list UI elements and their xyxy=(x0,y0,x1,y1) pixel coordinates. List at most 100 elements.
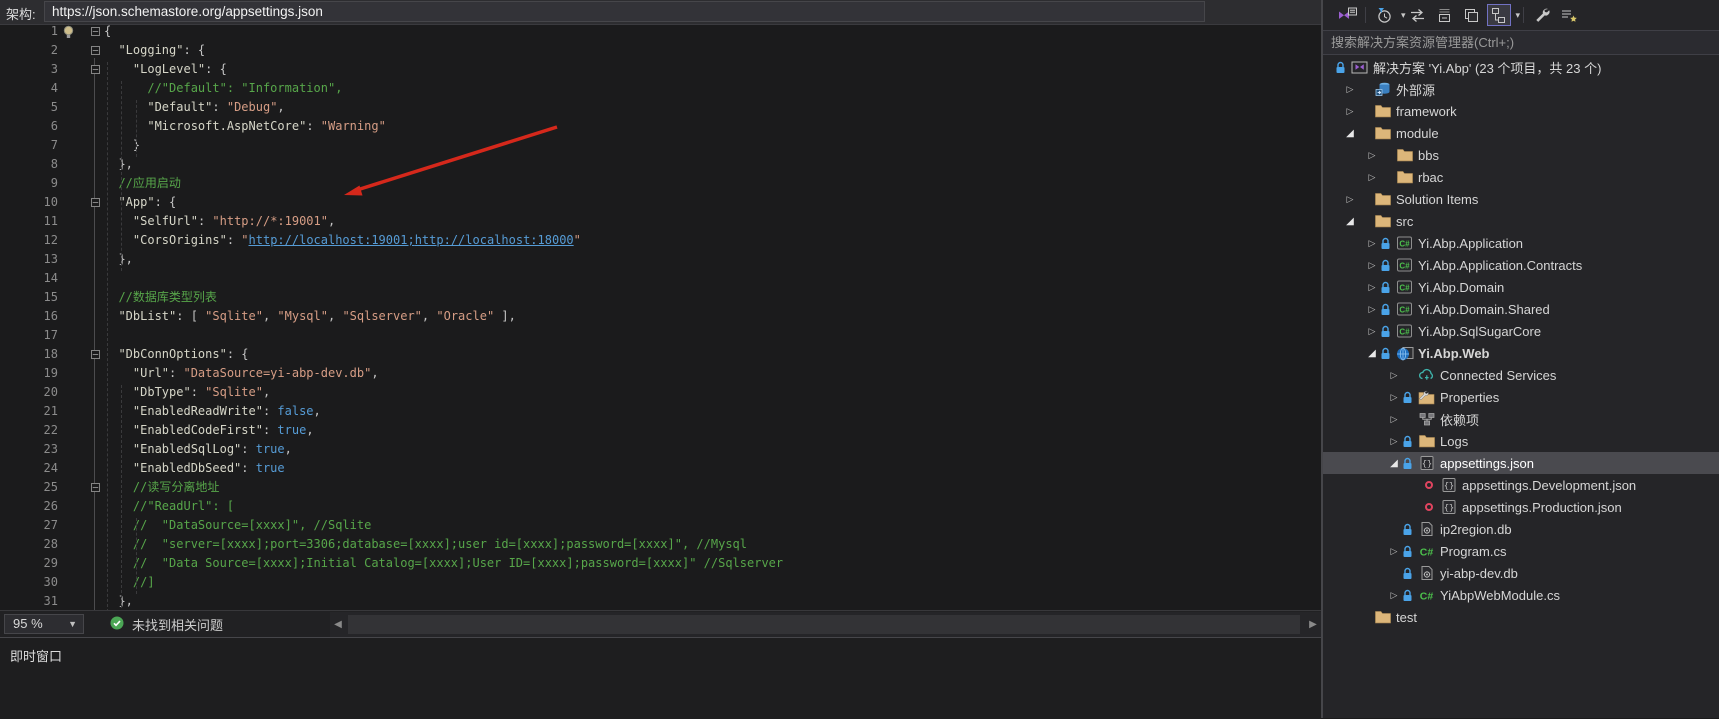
fold-collapse-icon[interactable]: – xyxy=(88,41,104,60)
pending-changes-filter-button[interactable] xyxy=(1372,4,1396,26)
expand-arrow-icon[interactable]: ▷ xyxy=(1342,84,1358,95)
tree-item[interactable]: ▷Solution Items xyxy=(1323,188,1719,210)
tree-item[interactable]: ▷Connected Services xyxy=(1323,364,1719,386)
tree-item[interactable]: ▷C#Yi.Abp.SqlSugarCore xyxy=(1323,320,1719,342)
horizontal-scrollbar[interactable]: ◀ ▶ xyxy=(330,612,1321,637)
tree-item[interactable]: 解决方案 'Yi.Abp' (23 个项目，共 23 个) xyxy=(1323,56,1719,78)
tree-item[interactable]: ▷C#Program.cs xyxy=(1323,540,1719,562)
collapse-arrow-icon[interactable]: ◢ xyxy=(1342,128,1358,139)
collapse-all-button[interactable] xyxy=(1433,4,1457,26)
code-line[interactable]: 19 "Url": "DataSource=yi-abp-dev.db", xyxy=(0,364,1321,383)
collapse-arrow-icon[interactable]: ◢ xyxy=(1386,458,1402,469)
expand-arrow-icon[interactable]: ▷ xyxy=(1386,414,1402,425)
tree-item[interactable]: {}appsettings.Development.json xyxy=(1323,474,1719,496)
tree-item[interactable]: ▷rbac xyxy=(1323,166,1719,188)
tree-item[interactable]: ◢Yi.Abp.Web xyxy=(1323,342,1719,364)
code-line[interactable]: 12 "CorsOrigins": "http://localhost:1900… xyxy=(0,231,1321,250)
expand-arrow-icon[interactable]: ▷ xyxy=(1386,546,1402,557)
code-line[interactable]: 17 xyxy=(0,326,1321,345)
code-line[interactable]: 2– "Logging": { xyxy=(0,41,1321,60)
fold-collapse-icon[interactable]: – xyxy=(88,193,104,212)
expand-arrow-icon[interactable]: ▷ xyxy=(1364,326,1380,337)
expand-arrow-icon[interactable]: ▷ xyxy=(1342,194,1358,205)
tree-item[interactable]: {}appsettings.Production.json xyxy=(1323,496,1719,518)
code-line[interactable]: 27 // "DataSource=[xxxx]", //Sqlite xyxy=(0,516,1321,535)
tree-item[interactable]: ▷C#Yi.Abp.Domain xyxy=(1323,276,1719,298)
lightbulb-icon[interactable] xyxy=(58,22,88,41)
code-line[interactable]: 14 xyxy=(0,269,1321,288)
tree-item[interactable]: test xyxy=(1323,606,1719,628)
code-line[interactable]: 25– //读写分离地址 xyxy=(0,478,1321,497)
code-line[interactable]: 13 }, xyxy=(0,250,1321,269)
tree-item[interactable]: ▷外部源 xyxy=(1323,78,1719,100)
fold-collapse-icon[interactable]: – xyxy=(88,60,104,79)
code-line[interactable]: 20 "DbType": "Sqlite", xyxy=(0,383,1321,402)
code-line[interactable]: 18– "DbConnOptions": { xyxy=(0,345,1321,364)
expand-arrow-icon[interactable]: ▷ xyxy=(1364,282,1380,293)
switch-views-button[interactable] xyxy=(1335,4,1359,26)
code-line[interactable]: 15 //数据库类型列表 xyxy=(0,288,1321,307)
tree-item[interactable]: ▷C#YiAbpWebModule.cs xyxy=(1323,584,1719,606)
schema-url-combobox[interactable]: https://json.schemastore.org/appsettings… xyxy=(44,1,1205,22)
file-nesting-button[interactable] xyxy=(1487,4,1511,26)
tree-item[interactable]: ◢{}appsettings.json xyxy=(1323,452,1719,474)
tree-item[interactable]: ◢src xyxy=(1323,210,1719,232)
code-line[interactable]: 10– "App": { xyxy=(0,193,1321,212)
code-area[interactable]: 1–{2– "Logging": {3– "LogLevel": {4 //"D… xyxy=(0,22,1321,610)
code-line[interactable]: 16 "DbList": [ "Sqlite", "Mysql", "Sqlse… xyxy=(0,307,1321,326)
expand-arrow-icon[interactable]: ▷ xyxy=(1386,436,1402,447)
code-line[interactable]: 24 "EnabledDbSeed": true xyxy=(0,459,1321,478)
chevron-down-icon[interactable]: ▾ xyxy=(1516,10,1521,21)
tree-item[interactable]: ▷依赖项 xyxy=(1323,408,1719,430)
fold-collapse-icon[interactable]: – xyxy=(88,345,104,364)
expand-arrow-icon[interactable]: ▷ xyxy=(1364,172,1380,183)
scrollbar-thumb[interactable] xyxy=(348,615,1300,634)
expand-arrow-icon[interactable]: ▷ xyxy=(1364,260,1380,271)
document-health-indicator[interactable]: 未找到相关问题 xyxy=(110,615,223,634)
code-line[interactable]: 9 //应用启动 xyxy=(0,174,1321,193)
tree-item[interactable]: yi-abp-dev.db xyxy=(1323,562,1719,584)
expand-arrow-icon[interactable]: ▷ xyxy=(1386,590,1402,601)
code-line[interactable]: 3– "LogLevel": { xyxy=(0,60,1321,79)
tree-item[interactable]: ▷Properties xyxy=(1323,386,1719,408)
code-line[interactable]: 26 //"ReadUrl": [ xyxy=(0,497,1321,516)
collapse-arrow-icon[interactable]: ◢ xyxy=(1364,348,1380,359)
expand-arrow-icon[interactable]: ▷ xyxy=(1364,304,1380,315)
code-line[interactable]: 21 "EnabledReadWrite": false, xyxy=(0,402,1321,421)
code-line[interactable]: 8 }, xyxy=(0,155,1321,174)
immediate-window-title[interactable]: 即时窗口 xyxy=(10,646,62,665)
scroll-left-icon[interactable]: ◀ xyxy=(330,612,346,637)
code-line[interactable]: 6 "Microsoft.AspNetCore": "Warning" xyxy=(0,117,1321,136)
code-line[interactable]: 4 //"Default": "Information", xyxy=(0,79,1321,98)
tree-item[interactable]: ▷framework xyxy=(1323,100,1719,122)
collapse-arrow-icon[interactable]: ◢ xyxy=(1342,216,1358,227)
code-line[interactable]: 1–{ xyxy=(0,22,1321,41)
properties-button[interactable] xyxy=(1530,4,1554,26)
code-line[interactable]: 28 // "server=[xxxx];port=3306;database=… xyxy=(0,535,1321,554)
tree-item[interactable]: ◢module xyxy=(1323,122,1719,144)
code-line[interactable]: 31 }, xyxy=(0,592,1321,610)
code-line[interactable]: 23 "EnabledSqlLog": true, xyxy=(0,440,1321,459)
tree-item[interactable]: ▷C#Yi.Abp.Application.Contracts xyxy=(1323,254,1719,276)
code-line[interactable]: 5 "Default": "Debug", xyxy=(0,98,1321,117)
fold-collapse-icon[interactable]: – xyxy=(88,478,104,497)
sync-with-active-document-button[interactable] xyxy=(1406,4,1430,26)
code-line[interactable]: 11 "SelfUrl": "http://*:19001", xyxy=(0,212,1321,231)
expand-arrow-icon[interactable]: ▷ xyxy=(1386,370,1402,381)
code-line[interactable]: 30 //] xyxy=(0,573,1321,592)
expand-arrow-icon[interactable]: ▷ xyxy=(1342,106,1358,117)
expand-arrow-icon[interactable]: ▷ xyxy=(1386,392,1402,403)
tree-item[interactable]: ▷Logs xyxy=(1323,430,1719,452)
zoom-level-combobox[interactable]: 95 % ▼ xyxy=(4,614,84,634)
code-line[interactable]: 29 // "Data Source=[xxxx];Initial Catalo… xyxy=(0,554,1321,573)
tree-item[interactable]: ip2region.db xyxy=(1323,518,1719,540)
fold-collapse-icon[interactable]: – xyxy=(88,22,104,41)
tree-item[interactable]: ▷C#Yi.Abp.Application xyxy=(1323,232,1719,254)
code-line[interactable]: 7 } xyxy=(0,136,1321,155)
tree-item[interactable]: ▷C#Yi.Abp.Domain.Shared xyxy=(1323,298,1719,320)
scroll-right-icon[interactable]: ▶ xyxy=(1305,612,1321,637)
code-line[interactable]: 22 "EnabledCodeFirst": true, xyxy=(0,421,1321,440)
expand-arrow-icon[interactable]: ▷ xyxy=(1364,150,1380,161)
search-input[interactable] xyxy=(1323,31,1719,54)
expand-arrow-icon[interactable]: ▷ xyxy=(1364,238,1380,249)
